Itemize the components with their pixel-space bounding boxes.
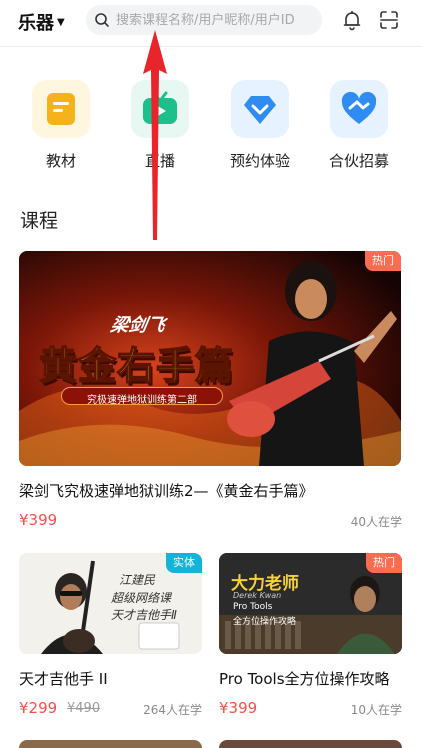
check-heart-icon — [231, 80, 289, 138]
category-selector[interactable]: 乐器 ▼ — [18, 9, 65, 35]
physical-badge: 实体 — [166, 553, 202, 573]
scan-icon[interactable] — [378, 9, 400, 31]
quick-action-label: 预约体验 — [229, 152, 290, 170]
course-card-image[interactable]: 江建民 超级网络课 天才吉他手Ⅱ 实体 — [19, 553, 202, 654]
course-price: ¥399 — [219, 699, 258, 717]
card-banner-name: Derek Kwan — [233, 591, 282, 600]
course-card-image[interactable]: 大力老师 Derek Kwan Pro Tools 全方位操作攻略 热门 — [219, 553, 402, 654]
course-learners: 264人在学 — [143, 703, 202, 717]
quick-action-partner[interactable]: 合伙招募 — [329, 80, 389, 171]
quick-action-label: 合伙招募 — [328, 152, 389, 170]
course-title[interactable]: 天才吉他手 II — [19, 668, 108, 689]
course-price: ¥299 — [19, 699, 58, 717]
header-divider — [0, 46, 422, 47]
annotation-arrow-icon — [143, 30, 167, 240]
calligraphy-line-2: 超级网络课 — [111, 591, 172, 605]
hot-badge: 热门 — [366, 553, 402, 573]
calligraphy-line-3: 天才吉他手Ⅱ — [111, 608, 177, 622]
card-banner-line1: Pro Tools — [233, 602, 273, 612]
course-original-price: ¥490 — [67, 701, 101, 716]
card-banner-line2: 全方位操作攻略 — [233, 617, 297, 627]
course-learners: 10人在学 — [350, 703, 402, 717]
book-icon — [32, 80, 90, 138]
search-bar[interactable] — [86, 5, 322, 35]
search-input[interactable] — [116, 12, 316, 28]
caret-down-icon: ▼ — [57, 16, 65, 28]
bell-icon[interactable] — [341, 9, 363, 31]
featured-banner-name: 梁剑飞 — [108, 315, 167, 336]
quick-action-textbook[interactable]: 教材 — [31, 80, 91, 171]
quick-action-trial[interactable]: 预约体验 — [230, 80, 290, 171]
category-label: 乐器 — [18, 13, 54, 34]
featured-banner-subtitle-bar: 究极速弹地狱训练第二部 — [61, 387, 223, 406]
featured-banner-subtitle: 究极速弹地狱训练第二部 — [87, 395, 197, 406]
hot-badge: 热门 — [365, 251, 401, 271]
featured-course-banner[interactable]: 梁剑飞 黄金右手篇 究极速弹地狱训练第二部 热门 — [19, 251, 401, 466]
featured-course-price: ¥399 — [19, 511, 58, 529]
course-title[interactable]: Pro Tools全方位操作攻略 — [219, 668, 390, 689]
featured-banner-title: 黄金右手篇 — [38, 343, 235, 389]
next-row-card-image[interactable] — [219, 740, 402, 748]
search-icon — [95, 13, 109, 27]
next-row-card-image[interactable] — [19, 740, 202, 748]
featured-course-title[interactable]: 梁剑飞究极速弹地狱训练2—《黄金右手篇》 — [19, 480, 314, 501]
featured-course-learners: 40人在学 — [350, 515, 402, 529]
handshake-heart-icon — [330, 80, 388, 138]
section-title-courses: 课程 — [20, 210, 59, 232]
top-bar: 乐器 ▼ — [0, 0, 422, 44]
quick-action-label: 教材 — [45, 152, 76, 170]
calligraphy-line-1: 江建民 — [119, 573, 156, 587]
